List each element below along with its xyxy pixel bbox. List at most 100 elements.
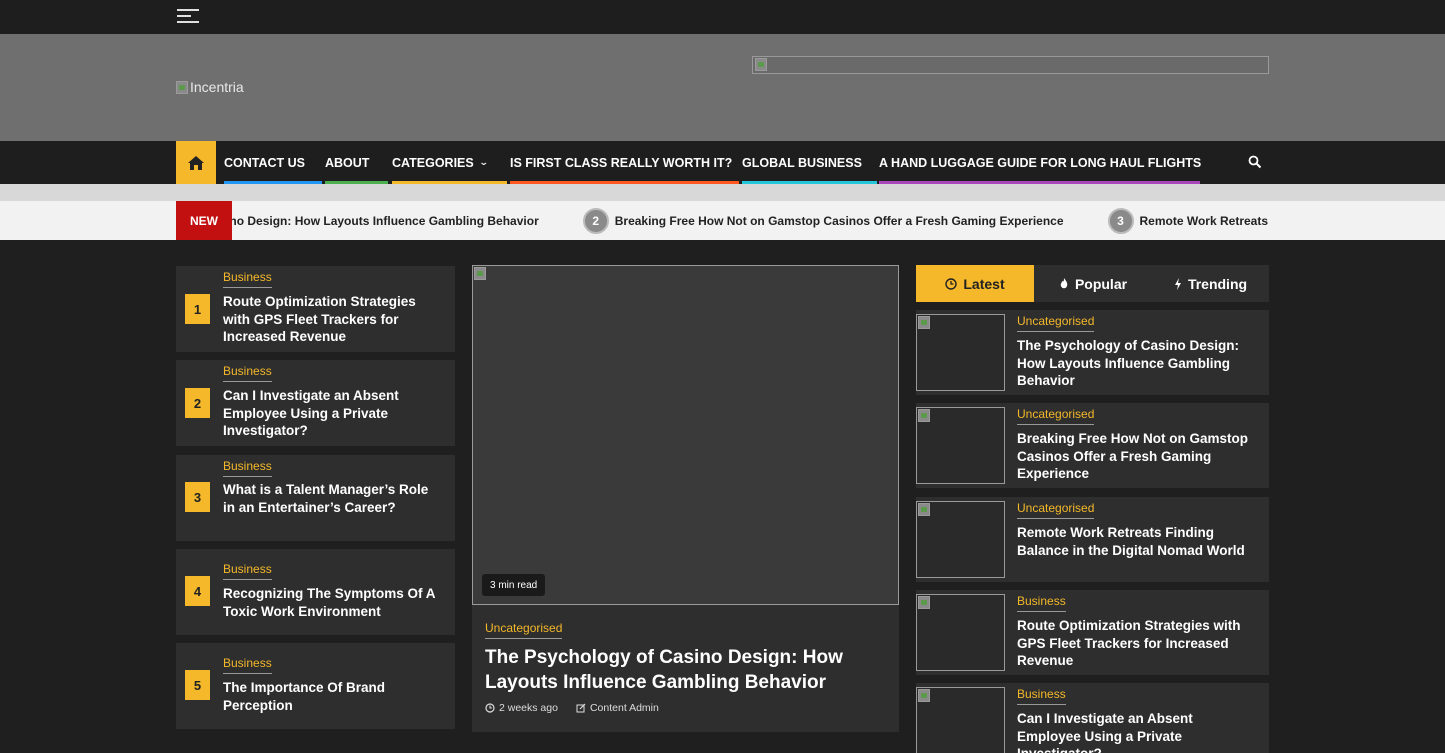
main-nav: CONTACT US ABOUT CATEGORIES ⌄ IS FIRST C… [0,141,1445,184]
clock-icon [945,277,958,290]
category-label[interactable]: Business [223,562,272,580]
rank-badge: 5 [185,670,210,700]
ticker-title: Breaking Free How Not on Gamstop Casinos… [614,213,1064,228]
tab-popular[interactable]: Popular [1034,265,1152,302]
nav-item-about[interactable]: ABOUT [325,141,388,184]
ticker-label: NEW [176,201,232,240]
article-title[interactable]: Route Optimization Strategies with GPS F… [223,293,443,346]
article-title[interactable]: The Importance Of Brand Perception [223,679,443,714]
category-label[interactable]: Business [223,270,272,288]
bolt-icon [1174,277,1181,290]
clock-icon [485,703,495,713]
category-label[interactable]: Business [223,656,272,674]
article-meta: 2 weeks ago Content Admin [485,702,659,714]
list-item[interactable]: 2 Business Can I Investigate an Absent E… [176,360,455,446]
category-label[interactable]: Uncategorised [1017,501,1095,519]
featured-title[interactable]: The Psychology of Casino Design: How Lay… [485,645,885,695]
article-title[interactable]: Breaking Free How Not on Gamstop Casinos… [1017,430,1257,483]
featured-image[interactable] [472,265,899,605]
list-item[interactable]: Business Route Optimization Strategies w… [916,590,1269,675]
ticker-number: 2 [582,207,609,234]
ticker-track: 1 The Psychology of Casino Design: How L… [232,201,1269,240]
article-thumbnail[interactable] [916,687,1005,753]
nav-item-label: CONTACT US [224,155,306,170]
article-title[interactable]: Can I Investigate an Absent Employee Usi… [223,387,443,440]
ticker-inner: 1 The Psychology of Casino Design: How L… [232,201,1269,240]
article-title[interactable]: Recognizing The Symptoms Of A Toxic Work… [223,585,443,620]
list-item[interactable]: 5 Business The Importance Of Brand Perce… [176,643,455,729]
featured-article: 3 min read Uncategorised The Psychology … [472,265,899,732]
list-item[interactable]: Business Can I Investigate an Absent Emp… [916,683,1269,753]
rank-badge: 1 [185,294,210,324]
list-item[interactable]: Uncategorised Breaking Free How Not on G… [916,403,1269,488]
list-item[interactable]: Uncategorised The Psychology of Casino D… [916,310,1269,395]
article-title[interactable]: Route Optimization Strategies with GPS F… [1017,617,1257,670]
broken-image-icon [918,596,930,609]
tab-label: Trending [1187,275,1248,292]
post-date[interactable]: 2 weeks ago [499,702,558,714]
category-label[interactable]: Business [1017,687,1066,705]
broken-image-icon [755,58,767,71]
list-item[interactable]: Uncategorised Remote Work Retreats Findi… [916,497,1269,582]
ad-banner[interactable] [752,56,1269,74]
spacer-bar [0,184,1445,201]
broken-image-icon [918,409,930,422]
nav-item-contact-us[interactable]: CONTACT US [224,141,322,184]
broken-image-icon [176,80,188,94]
article-title[interactable]: What is a Talent Manager’s Role in an En… [223,481,443,516]
list-item[interactable]: 1 Business Route Optimization Strategies… [176,266,455,352]
rank-badge: 4 [185,576,210,606]
search-button[interactable] [1248,155,1264,171]
category-label[interactable]: Business [1017,594,1066,612]
nav-item-label: A HAND LUGGAGE GUIDE FOR LONG HAUL FLIGH… [879,155,1202,170]
tab-label: Popular [1074,275,1128,292]
article-title[interactable]: Remote Work Retreats Finding Balance in … [1017,524,1257,559]
read-time-badge: 3 min read [482,574,546,596]
site-logo[interactable]: Incentria [176,79,244,95]
broken-image-icon [918,316,930,329]
ticker-item[interactable]: 3 Remote Work Retreats Finding Balance i… [1107,207,1269,234]
article-thumbnail[interactable] [916,594,1005,671]
nav-item-global-business[interactable]: GLOBAL BUSINESS [742,141,877,184]
ticker-item[interactable]: 1 The Psychology of Casino Design: How L… [232,208,539,234]
article-thumbnail[interactable] [916,314,1005,391]
category-label[interactable]: Business [223,459,272,477]
rank-badge: 3 [185,482,210,512]
menu-icon[interactable] [177,9,199,25]
ticker-title: Remote Work Retreats Finding Balance in … [1139,213,1269,228]
list-item[interactable]: 4 Business Recognizing The Symptoms Of A… [176,549,455,635]
category-label[interactable]: Uncategorised [1017,407,1095,425]
nav-item-categories[interactable]: CATEGORIES ⌄ [392,141,507,184]
category-label[interactable]: Uncategorised [485,621,563,639]
post-author[interactable]: Content Admin [590,702,659,714]
article-title[interactable]: Can I Investigate an Absent Employee Usi… [1017,710,1257,753]
home-button[interactable] [176,141,216,184]
nav-item-first-class[interactable]: IS FIRST CLASS REALLY WORTH IT? [510,141,739,184]
fire-icon [1060,277,1068,288]
article-thumbnail[interactable] [916,407,1005,484]
article-thumbnail[interactable] [916,501,1005,578]
broken-image-icon [918,503,930,516]
site-logo-alt: Incentria [190,79,244,95]
tab-label: Latest [963,275,1005,292]
top-bar [0,0,1445,34]
broken-image-icon [474,267,486,280]
site-header: Incentria [0,34,1445,141]
ticker-item[interactable]: 2 Breaking Free How Not on Gamstop Casin… [582,207,1064,234]
tab-trending[interactable]: Trending [1152,265,1269,302]
nav-item-label: ABOUT [325,155,370,170]
rank-badge: 2 [185,388,210,418]
nav-item-hand-luggage[interactable]: A HAND LUGGAGE GUIDE FOR LONG HAUL FLIGH… [879,141,1202,184]
category-label[interactable]: Business [223,364,272,382]
ticker-number: 3 [1107,207,1134,234]
article-title[interactable]: The Psychology of Casino Design: How Lay… [1017,337,1257,390]
search-icon [1248,155,1262,169]
list-item[interactable]: 3 Business What is a Talent Manager’s Ro… [176,455,455,541]
nav-item-label: GLOBAL BUSINESS [742,155,862,170]
category-label[interactable]: Uncategorised [1017,314,1095,332]
nav-item-label: IS FIRST CLASS REALLY WORTH IT? [510,155,733,170]
ticker-title: The Psychology of Casino Design: How Lay… [232,213,539,228]
home-icon [188,155,204,170]
post-tabs: Latest Popular Trending [916,265,1269,302]
tab-latest[interactable]: Latest [916,265,1034,302]
